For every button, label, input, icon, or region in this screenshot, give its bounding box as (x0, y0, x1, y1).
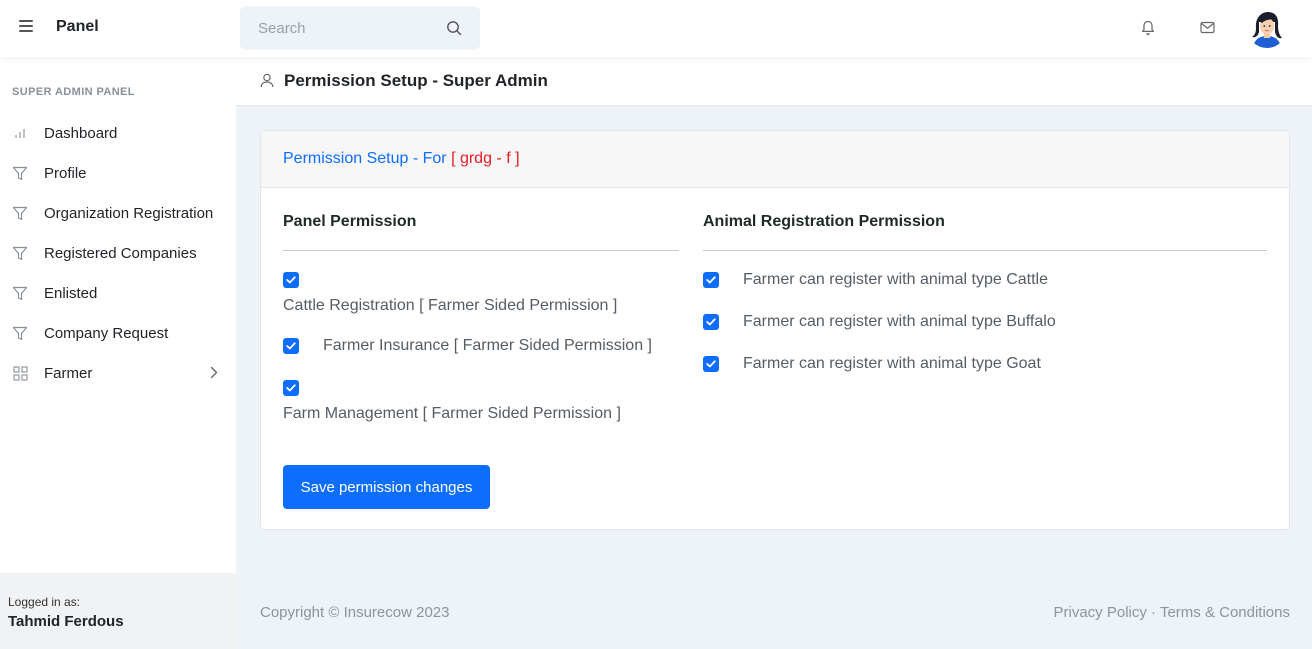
footer-separator: · (1151, 604, 1157, 621)
filter-icon (12, 205, 28, 221)
search-input[interactable] (240, 6, 440, 50)
permission-item-cattle-registration: Cattle Registration [ Farmer Sided Permi… (283, 271, 617, 314)
sidebar-item-profile[interactable]: Profile (0, 153, 236, 193)
checkbox-farmer-insurance[interactable] (283, 338, 299, 354)
search-icon[interactable] (446, 20, 462, 36)
sidebar-item-organization-registration[interactable]: Organization Registration (0, 193, 236, 233)
sidebar-item-label: Farmer (44, 364, 93, 382)
brand-title[interactable]: Panel (56, 18, 99, 36)
logged-in-panel: Logged in as: Tahmid Ferdous (0, 573, 236, 649)
filter-icon (12, 285, 28, 301)
sidebar-menu: Dashboard Profile Organization Registrat… (0, 113, 236, 393)
sidebar-item-label: Organization Registration (44, 204, 214, 222)
permission-card: Permission Setup - For [ grdg - f ] Pane… (260, 130, 1290, 530)
logged-in-user: Tahmid Ferdous (8, 613, 124, 630)
sidebar-item-registered-companies[interactable]: Registered Companies (0, 233, 236, 273)
checkbox-animal-buffalo[interactable] (703, 314, 719, 330)
sidebar: SUPER ADMIN PANEL Dashboard Profile Orga… (0, 57, 236, 649)
page-title: Permission Setup - Super Admin (284, 71, 548, 90)
sidebar-item-label: Dashboard (44, 124, 118, 142)
user-icon (260, 73, 274, 88)
page-header: Permission Setup - Super Admin (236, 57, 1312, 106)
animal-permission-title: Animal Registration Permission (703, 213, 1267, 251)
sidebar-item-label: Company Request (44, 324, 169, 342)
footer-links: Privacy Policy · Terms & Conditions (1054, 604, 1291, 621)
permission-item-farmer-insurance: Farmer Insurance [ Farmer Sided Permissi… (283, 337, 652, 355)
bar-chart-icon (12, 125, 28, 141)
checkbox-animal-cattle[interactable] (703, 272, 719, 288)
sidebar-item-dashboard[interactable]: Dashboard (0, 113, 236, 153)
checkbox-animal-goat[interactable] (703, 356, 719, 372)
grid-icon (12, 365, 28, 381)
bell-icon[interactable] (1141, 20, 1155, 36)
sidebar-item-label: Profile (44, 164, 87, 182)
card-title: Permission Setup - For (283, 150, 447, 167)
avatar[interactable] (1247, 8, 1287, 48)
checkbox-farm-management[interactable] (283, 380, 299, 396)
permission-item-animal-cattle: Farmer can register with animal type Cat… (703, 271, 1048, 289)
checkbox-cattle-registration[interactable] (283, 272, 299, 288)
card-header: Permission Setup - For [ grdg - f ] (261, 131, 1289, 188)
filter-icon (12, 325, 28, 341)
privacy-policy-link[interactable]: Privacy Policy (1054, 604, 1147, 621)
permission-label: Farmer can register with animal type Goa… (743, 355, 1041, 372)
permission-item-animal-buffalo: Farmer can register with animal type Buf… (703, 313, 1056, 331)
sidebar-item-company-request[interactable]: Company Request (0, 313, 236, 353)
save-permission-button[interactable]: Save permission changes (283, 465, 490, 509)
sidebar-title: SUPER ADMIN PANEL (12, 86, 135, 98)
sidebar-item-enlisted[interactable]: Enlisted (0, 273, 236, 313)
permission-label: Cattle Registration [ Farmer Sided Permi… (283, 297, 618, 314)
card-title-target: [ grdg - f ] (451, 150, 520, 167)
menu-icon[interactable] (19, 20, 33, 34)
permission-label: Farm Management [ Farmer Sided Permissio… (283, 405, 621, 422)
footer-copyright: Copyright © Insurecow 2023 (260, 604, 450, 621)
logged-in-label: Logged in as: (8, 595, 81, 609)
chevron-right-icon[interactable] (210, 366, 218, 379)
permission-label: Farmer can register with animal type Cat… (743, 271, 1048, 288)
permission-item-farm-management: Farm Management [ Farmer Sided Permissio… (283, 379, 621, 422)
permission-item-animal-goat: Farmer can register with animal type Goa… (703, 355, 1041, 373)
mail-icon[interactable] (1200, 21, 1215, 34)
filter-icon (12, 165, 28, 181)
panel-permission-title: Panel Permission (283, 213, 679, 251)
permission-label: Farmer can register with animal type Buf… (743, 313, 1056, 330)
search-box (240, 6, 480, 50)
sidebar-item-label: Enlisted (44, 284, 98, 302)
panel-permission-section: Panel Permission Cattle Registration [ F… (283, 213, 679, 422)
filter-icon (12, 245, 28, 261)
animal-permission-section: Animal Registration Permission Farmer ca… (703, 213, 1267, 372)
sidebar-item-farmer[interactable]: Farmer (0, 353, 236, 393)
sidebar-item-label: Registered Companies (44, 244, 197, 262)
top-navbar: Panel (0, 0, 1312, 57)
terms-conditions-link[interactable]: Terms & Conditions (1160, 604, 1290, 621)
permission-label: Farmer Insurance [ Farmer Sided Permissi… (323, 337, 652, 354)
avatar-illustration (1247, 8, 1287, 48)
